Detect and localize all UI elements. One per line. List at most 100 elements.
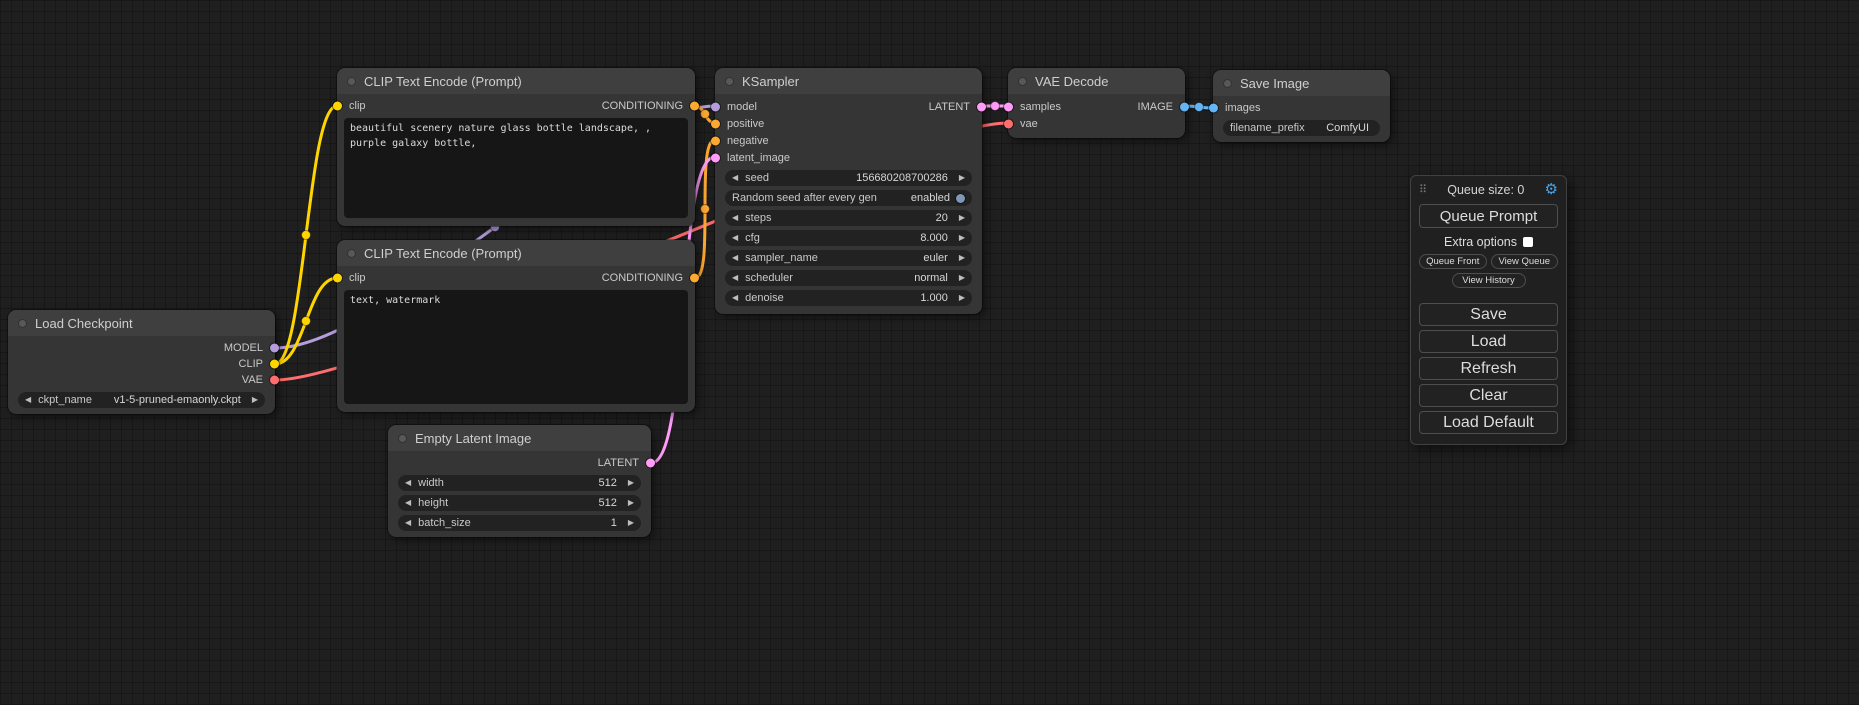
output-port-conditioning[interactable] (690, 274, 699, 283)
widget-steps[interactable]: ◀ steps 20 ▶ (725, 210, 972, 226)
node-clip-text-encode-negative[interactable]: CLIP Text Encode (Prompt) clip CONDITION… (337, 240, 695, 412)
node-ksampler[interactable]: KSampler model LATENT positive negative … (715, 68, 982, 314)
node-vae-decode[interactable]: VAE Decode samples IMAGE vae (1008, 68, 1185, 138)
collapse-dot-icon[interactable] (18, 319, 27, 328)
decrement-arrow-icon[interactable]: ◀ (732, 254, 738, 262)
node-title-bar[interactable]: CLIP Text Encode (Prompt) (337, 240, 695, 266)
widget-ckpt-name[interactable]: ◀ ckpt_name v1-5-pruned-emaonly.ckpt ▶ (18, 392, 265, 408)
decrement-arrow-icon[interactable]: ◀ (732, 234, 738, 242)
input-label: vae (1020, 118, 1038, 130)
graph-canvas[interactable]: Load Checkpoint MODEL CLIP VAE ◀ ckpt_na… (0, 0, 1859, 705)
decrement-arrow-icon[interactable]: ◀ (25, 396, 31, 404)
extra-options-checkbox[interactable] (1523, 237, 1533, 247)
node-title-bar[interactable]: VAE Decode (1008, 68, 1185, 94)
view-history-button[interactable]: View History (1452, 273, 1526, 288)
toggle-enabled-icon[interactable] (956, 194, 965, 203)
node-empty-latent-image[interactable]: Empty Latent Image LATENT ◀ width 512 ▶ … (388, 425, 651, 537)
input-port-latent-image[interactable] (711, 153, 720, 162)
increment-arrow-icon[interactable]: ▶ (252, 396, 258, 404)
widget-value: 512 (598, 477, 616, 489)
increment-arrow-icon[interactable]: ▶ (628, 519, 634, 527)
input-row: images (1213, 100, 1390, 116)
prompt-textarea[interactable]: text, watermark (344, 290, 688, 404)
increment-arrow-icon[interactable]: ▶ (959, 254, 965, 262)
increment-arrow-icon[interactable]: ▶ (959, 294, 965, 302)
input-port-clip[interactable] (333, 274, 342, 283)
drag-handle-icon[interactable]: ⠿ (1419, 183, 1427, 196)
node-title-bar[interactable]: Load Checkpoint (8, 310, 275, 336)
decrement-arrow-icon[interactable]: ◀ (732, 174, 738, 182)
save-button[interactable]: Save (1419, 303, 1558, 326)
collapse-dot-icon[interactable] (725, 77, 734, 86)
widget-value: enabled (911, 192, 950, 204)
clear-button[interactable]: Clear (1419, 384, 1558, 407)
settings-gear-icon[interactable]: ⚙ (1545, 182, 1558, 197)
input-port-images[interactable] (1209, 104, 1218, 113)
input-port-positive[interactable] (711, 119, 720, 128)
increment-arrow-icon[interactable]: ▶ (959, 214, 965, 222)
decrement-arrow-icon[interactable]: ◀ (405, 479, 411, 487)
widget-sampler-name[interactable]: ◀ sampler_name euler ▶ (725, 250, 972, 266)
decrement-arrow-icon[interactable]: ◀ (405, 499, 411, 507)
widget-batch-size[interactable]: ◀ batch_size 1 ▶ (398, 515, 641, 531)
output-port-clip[interactable] (270, 360, 279, 369)
widget-seed[interactable]: ◀ seed 156680208700286 ▶ (725, 170, 972, 186)
input-port-samples[interactable] (1004, 102, 1013, 111)
input-port-clip[interactable] (333, 102, 342, 111)
node-title: Load Checkpoint (35, 316, 133, 331)
queue-menu-panel[interactable]: ⠿ Queue size: 0 ⚙ Queue Prompt Extra opt… (1410, 175, 1567, 445)
output-port-image[interactable] (1180, 102, 1189, 111)
input-port-model[interactable] (711, 102, 720, 111)
increment-arrow-icon[interactable]: ▶ (628, 499, 634, 507)
input-port-vae[interactable] (1004, 119, 1013, 128)
collapse-dot-icon[interactable] (1223, 79, 1232, 88)
output-port-model[interactable] (270, 344, 279, 353)
prompt-textarea[interactable]: beautiful scenery nature glass bottle la… (344, 118, 688, 218)
queue-front-button[interactable]: Queue Front (1419, 254, 1487, 269)
widget-cfg[interactable]: ◀ cfg 8.000 ▶ (725, 230, 972, 246)
widget-width[interactable]: ◀ width 512 ▶ (398, 475, 641, 491)
increment-arrow-icon[interactable]: ▶ (628, 479, 634, 487)
node-load-checkpoint[interactable]: Load Checkpoint MODEL CLIP VAE ◀ ckpt_na… (8, 310, 275, 414)
increment-arrow-icon[interactable]: ▶ (959, 234, 965, 242)
link-midpoint-dot (991, 102, 1000, 111)
node-title: CLIP Text Encode (Prompt) (364, 74, 522, 89)
input-port-negative[interactable] (711, 136, 720, 145)
decrement-arrow-icon[interactable]: ◀ (405, 519, 411, 527)
output-port-vae[interactable] (270, 376, 279, 385)
widget-scheduler[interactable]: ◀ scheduler normal ▶ (725, 270, 972, 286)
node-title-bar[interactable]: KSampler (715, 68, 982, 94)
output-port-latent[interactable] (977, 102, 986, 111)
queue-prompt-button[interactable]: Queue Prompt (1419, 204, 1558, 228)
load-button[interactable]: Load (1419, 330, 1558, 353)
node-save-image[interactable]: Save Image images filename_prefix ComfyU… (1213, 70, 1390, 142)
node-title-bar[interactable]: CLIP Text Encode (Prompt) (337, 68, 695, 94)
node-title-bar[interactable]: Empty Latent Image (388, 425, 651, 451)
collapse-dot-icon[interactable] (398, 434, 407, 443)
output-port-latent[interactable] (646, 459, 655, 468)
widget-name: Random seed after every gen (732, 192, 877, 204)
output-label: IMAGE (1138, 101, 1173, 113)
widget-filename-prefix[interactable]: filename_prefix ComfyUI (1223, 120, 1380, 136)
node-title-bar[interactable]: Save Image (1213, 70, 1390, 96)
increment-arrow-icon[interactable]: ▶ (959, 174, 965, 182)
output-row: VAE (8, 372, 275, 388)
increment-arrow-icon[interactable]: ▶ (959, 274, 965, 282)
widget-name: height (418, 497, 448, 509)
node-clip-text-encode-positive[interactable]: CLIP Text Encode (Prompt) clip CONDITION… (337, 68, 695, 226)
link-midpoint-dot (701, 205, 710, 214)
widget-random-seed-toggle[interactable]: Random seed after every gen enabled (725, 190, 972, 206)
node-title: Save Image (1240, 76, 1309, 91)
collapse-dot-icon[interactable] (347, 249, 356, 258)
widget-height[interactable]: ◀ height 512 ▶ (398, 495, 641, 511)
load-default-button[interactable]: Load Default (1419, 411, 1558, 434)
decrement-arrow-icon[interactable]: ◀ (732, 294, 738, 302)
view-queue-button[interactable]: View Queue (1491, 254, 1559, 269)
decrement-arrow-icon[interactable]: ◀ (732, 274, 738, 282)
widget-denoise[interactable]: ◀ denoise 1.000 ▶ (725, 290, 972, 306)
collapse-dot-icon[interactable] (347, 77, 356, 86)
refresh-button[interactable]: Refresh (1419, 357, 1558, 380)
collapse-dot-icon[interactable] (1018, 77, 1027, 86)
output-port-conditioning[interactable] (690, 102, 699, 111)
decrement-arrow-icon[interactable]: ◀ (732, 214, 738, 222)
